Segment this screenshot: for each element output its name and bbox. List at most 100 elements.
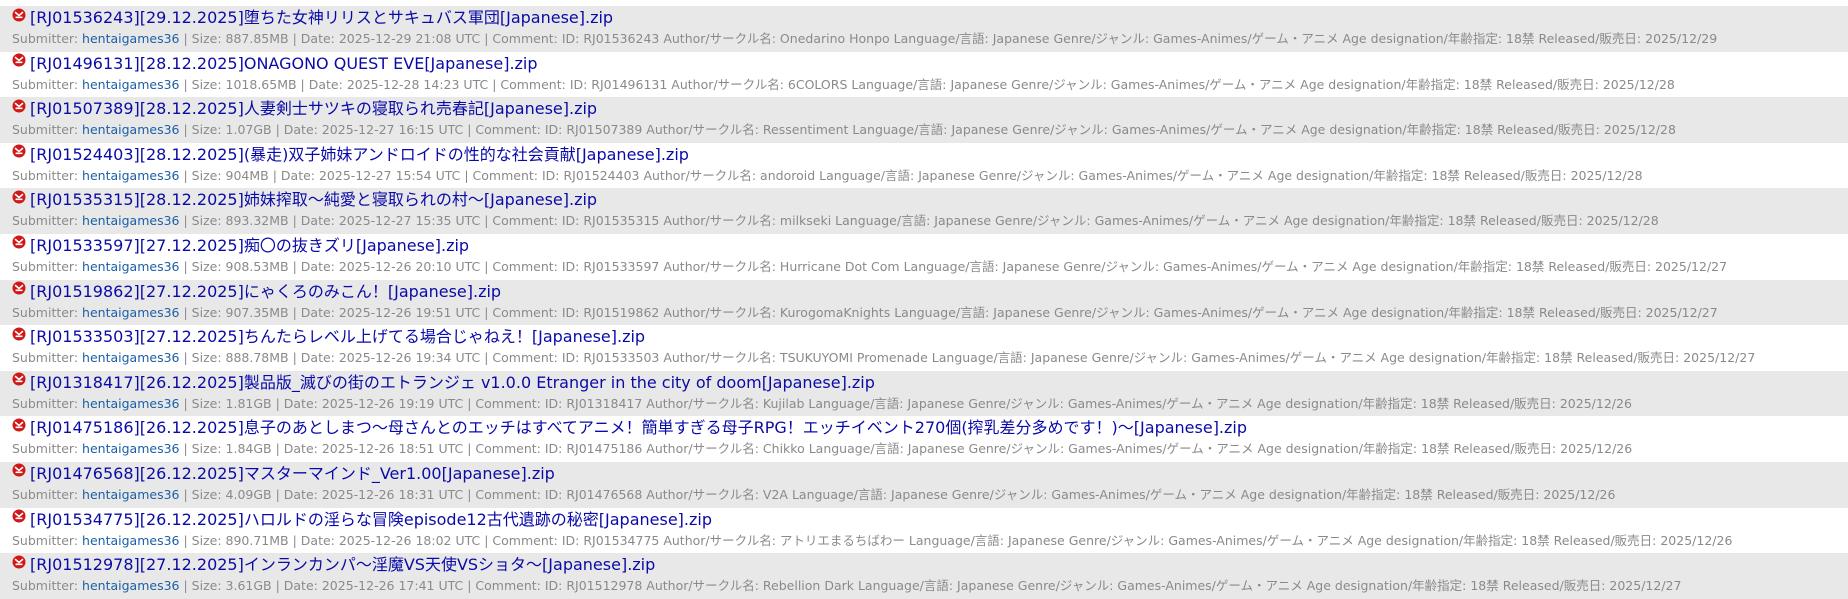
submitter-name: hentaigames36 — [82, 122, 180, 138]
date-label: | Date: — [288, 350, 339, 366]
item-title-link[interactable]: [RJ01524403][28.12.2025](暴走)双子姉妹アンドロイドの性… — [30, 145, 689, 164]
size-label: | Size: — [179, 258, 226, 274]
list-item: [RJ01533503][27.12.2025]ちんたらレベル上げてる場合じゃね… — [0, 325, 1848, 371]
submitter-label: Submitter: — [12, 486, 83, 502]
item-meta: Submitter: hentaigames36 | Size: 1.81GB … — [12, 395, 1848, 413]
date-value: 2025-12-26 20:10 UTC — [338, 258, 481, 274]
list-item: [RJ01496131][28.12.2025]ONAGONO QUEST EV… — [0, 52, 1848, 98]
comment-value: ID: RJ01496131 Author/サークル名: 6COLORS Lan… — [569, 76, 1675, 92]
list-item: [RJ01536243][29.12.2025]堕ちた女神リリスとサキュバス軍団… — [0, 6, 1848, 52]
date-label: | Date: — [268, 167, 319, 183]
item-title-line: [RJ01496131][28.12.2025]ONAGONO QUEST EV… — [12, 52, 1848, 76]
comment-label: | Comment: — [463, 578, 545, 594]
comment-value: ID: RJ01533597 Author/サークル名: Hurricane D… — [561, 258, 1728, 274]
item-title-line: [RJ01476568][26.12.2025]マスターマインド_Ver1.00… — [12, 462, 1848, 486]
date-value: 2025-12-26 17:41 UTC — [321, 578, 464, 594]
item-title-link[interactable]: [RJ01533503][27.12.2025]ちんたらレベル上げてる場合じゃね… — [30, 327, 645, 346]
comment-label: | Comment: — [480, 350, 562, 366]
date-value: 2025-12-26 19:51 UTC — [338, 304, 481, 320]
size-value: 1018.65MB — [225, 76, 297, 92]
date-value: 2025-12-27 15:35 UTC — [338, 213, 481, 229]
submitter-label: Submitter: — [12, 122, 83, 138]
item-title-line: [RJ01536243][29.12.2025]堕ちた女神リリスとサキュバス軍団… — [12, 6, 1848, 30]
submitter-label: Submitter: — [12, 578, 83, 594]
date-label: | Date: — [271, 122, 322, 138]
item-title-link[interactable]: [RJ01536243][29.12.2025]堕ちた女神リリスとサキュバス軍団… — [30, 8, 613, 27]
file-badge-icon — [12, 325, 26, 348]
date-value: 2025-12-27 16:15 UTC — [321, 122, 464, 138]
submitter-label: Submitter: — [12, 167, 83, 183]
item-meta: Submitter: hentaigames36 | Size: 904MB |… — [12, 167, 1848, 185]
item-title-link[interactable]: [RJ01535315][28.12.2025]姉妹搾取～純愛と寝取られの村～[… — [30, 190, 597, 209]
date-value: 2025-12-26 19:19 UTC — [321, 395, 464, 411]
date-label: | Date: — [271, 486, 322, 502]
comment-label: | Comment: — [460, 167, 542, 183]
size-label: | Size: — [179, 532, 226, 548]
comment-value: ID: RJ01318417 Author/サークル名: Kujilab Lan… — [544, 395, 1632, 411]
item-title-link[interactable]: [RJ01533597][27.12.2025]痴〇の抜きズリ[Japanese… — [30, 236, 469, 255]
file-badge-icon — [12, 416, 26, 439]
comment-label: | Comment: — [463, 441, 545, 457]
comment-value: ID: RJ01512978 Author/サークル名: Rebellion D… — [544, 578, 1682, 594]
item-title-link[interactable]: [RJ01507389][28.12.2025]人妻剣士サツキの寝取られ売春記[… — [30, 99, 597, 118]
file-badge-icon — [12, 188, 26, 211]
item-title-link[interactable]: [RJ01476568][26.12.2025]マスターマインド_Ver1.00… — [30, 464, 555, 483]
size-label: | Size: — [179, 167, 226, 183]
file-badge-icon — [12, 371, 26, 394]
size-value: 908.53MB — [225, 258, 289, 274]
comment-label: | Comment: — [480, 258, 562, 274]
comment-label: | Comment: — [463, 395, 545, 411]
item-title-line: [RJ01524403][28.12.2025](暴走)双子姉妹アンドロイドの性… — [12, 143, 1848, 167]
file-badge-icon — [12, 234, 26, 257]
comment-label: | Comment: — [480, 304, 562, 320]
date-label: | Date: — [271, 578, 322, 594]
list-item: [RJ01476568][26.12.2025]マスターマインド_Ver1.00… — [0, 461, 1848, 508]
comment-label: | Comment: — [463, 486, 545, 502]
submitter-name: hentaigames36 — [82, 167, 180, 183]
comment-value: ID: RJ01536243 Author/サークル名: Onedarino H… — [561, 31, 1718, 46]
size-value: 1.84GB — [225, 441, 272, 457]
date-label: | Date: — [296, 76, 347, 92]
comment-label: | Comment: — [488, 76, 570, 92]
item-title-link[interactable]: [RJ01512978][27.12.2025]インランカンパ～淫魔VS天使VS… — [30, 555, 655, 574]
size-value: 1.81GB — [225, 395, 272, 411]
date-label: | Date: — [288, 532, 339, 548]
item-title-line: [RJ01519862][27.12.2025]にゃくろのみこん！[Japane… — [12, 280, 1848, 304]
item-meta: Submitter: hentaigames36 | Size: 887.85M… — [12, 30, 1848, 48]
submitter-name: hentaigames36 — [82, 213, 180, 229]
submitter-label: Submitter: — [12, 395, 83, 411]
submitter-name: hentaigames36 — [82, 532, 180, 548]
item-title-line: [RJ01534775][26.12.2025]ハロルドの淫らな冒険episod… — [12, 508, 1848, 532]
list-item: [RJ01524403][28.12.2025](暴走)双子姉妹アンドロイドの性… — [0, 143, 1848, 189]
file-badge-icon — [12, 462, 26, 485]
item-meta: Submitter: hentaigames36 | Size: 907.35M… — [12, 304, 1848, 322]
item-meta: Submitter: hentaigames36 | Size: 890.71M… — [12, 532, 1848, 550]
size-label: | Size: — [179, 304, 226, 320]
item-title-link[interactable]: [RJ01534775][26.12.2025]ハロルドの淫らな冒険episod… — [30, 510, 712, 529]
comment-value: ID: RJ01535315 Author/サークル名: milkseki La… — [561, 213, 1659, 229]
item-title-link[interactable]: [RJ01318417][26.12.2025]製品版_滅びの街のエトランジェ … — [30, 373, 875, 392]
size-value: 907.35MB — [225, 304, 289, 320]
submitter-name: hentaigames36 — [82, 395, 180, 411]
size-label: | Size: — [179, 350, 226, 366]
submitter-name: hentaigames36 — [82, 350, 180, 366]
date-label: | Date: — [288, 304, 339, 320]
item-meta: Submitter: hentaigames36 | Size: 1018.65… — [12, 76, 1848, 94]
item-meta: Submitter: hentaigames36 | Size: 4.09GB … — [12, 486, 1848, 504]
submitter-label: Submitter: — [12, 304, 83, 320]
comment-value: ID: RJ01519862 Author/サークル名: KurogomaKni… — [561, 304, 1718, 320]
item-title-link[interactable]: [RJ01496131][28.12.2025]ONAGONO QUEST EV… — [30, 54, 538, 73]
item-title-line: [RJ01318417][26.12.2025]製品版_滅びの街のエトランジェ … — [12, 371, 1848, 395]
date-value: 2025-12-26 18:02 UTC — [338, 532, 481, 548]
submitter-name: hentaigames36 — [82, 441, 180, 457]
comment-value: ID: RJ01533503 Author/サークル名: TSUKUYOMI P… — [561, 350, 1756, 366]
item-title-link[interactable]: [RJ01519862][27.12.2025]にゃくろのみこん！[Japane… — [30, 282, 501, 301]
comment-value: ID: RJ01534775 Author/サークル名: アトリエまるちばわー … — [561, 532, 1733, 548]
item-title-link[interactable]: [RJ01475186][26.12.2025]息子のあとしまつ～母さんとのエッ… — [30, 418, 1247, 437]
file-badge-icon — [12, 52, 26, 75]
date-label: | Date: — [271, 395, 322, 411]
list-item: [RJ01533597][27.12.2025]痴〇の抜きズリ[Japanese… — [0, 234, 1848, 280]
list-item: [RJ01318417][26.12.2025]製品版_滅びの街のエトランジェ … — [0, 370, 1848, 417]
date-label: | Date: — [288, 258, 339, 274]
size-label: | Size: — [179, 395, 226, 411]
